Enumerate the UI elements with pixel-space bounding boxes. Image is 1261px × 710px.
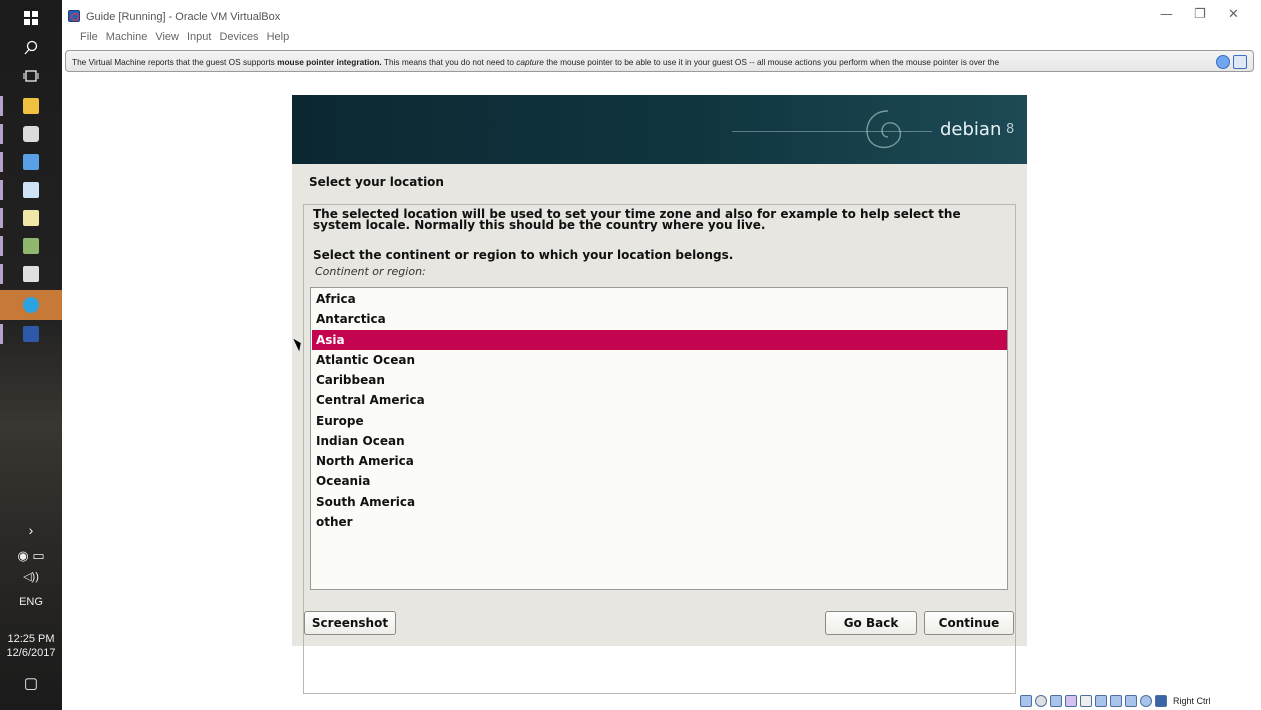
window-title: Guide [Running] - Oracle VM VirtualBox: [86, 11, 281, 23]
list-item-europe[interactable]: Europe: [312, 411, 1007, 431]
notice-disable-icon[interactable]: [1233, 55, 1247, 69]
menu-devices[interactable]: Devices: [219, 31, 258, 47]
paint-icon[interactable]: [0, 232, 62, 260]
tray-chevron-icon[interactable]: ›: [0, 522, 62, 538]
screenshot-button[interactable]: Screenshot: [304, 611, 396, 635]
virtualbox-window: Guide [Running] - Oracle VM VirtualBox —…: [62, 0, 1261, 710]
notice-dismiss-icon[interactable]: [1216, 55, 1230, 69]
task-view-icon[interactable]: [21, 66, 41, 86]
debian-banner: debian 8: [292, 95, 1027, 164]
file-explorer-icon[interactable]: [0, 92, 62, 120]
keyboard-capture-icon[interactable]: [1155, 695, 1167, 707]
list-item-oceania[interactable]: Oceania: [312, 471, 1007, 491]
vm-window-icon[interactable]: [0, 260, 62, 288]
virtualbox-app-icon: [68, 10, 80, 22]
list-label: Continent or region:: [315, 265, 426, 278]
remote-desktop-icon[interactable]: [0, 148, 62, 176]
clock-date: 12/6/2017: [6, 647, 56, 659]
network-icon[interactable]: ◉ ▭: [0, 548, 62, 564]
notice-text: the mouse pointer to be able to use it i…: [543, 57, 1000, 67]
notice-bold-text: mouse pointer integration.: [277, 57, 382, 67]
notice-italic-text: capture: [516, 57, 544, 67]
windows-taskbar: › ◉ ▭ ◁)) ENG 12:25 PM 12/6/2017 ▢: [0, 0, 62, 710]
usb-icon[interactable]: [1050, 695, 1062, 707]
go-back-button[interactable]: Go Back: [825, 611, 917, 635]
list-item-africa[interactable]: Africa: [312, 289, 1007, 309]
close-icon[interactable]: ✕: [1228, 7, 1239, 22]
word-icon[interactable]: [0, 320, 62, 348]
shared-folders-icon[interactable]: [1065, 695, 1077, 707]
menu-machine[interactable]: Machine: [106, 31, 148, 47]
cpu-icon[interactable]: [1125, 695, 1137, 707]
notepad-icon[interactable]: [0, 204, 62, 232]
step-title: Select your location: [309, 175, 444, 189]
list-item-caribbean[interactable]: Caribbean: [312, 370, 1007, 390]
clock[interactable]: 12:25 PM 12/6/2017: [0, 632, 62, 660]
action-center-icon[interactable]: ▢: [0, 674, 62, 692]
host-key-label: Right Ctrl: [1173, 696, 1211, 706]
virtualbox-manager-icon[interactable]: [0, 120, 62, 148]
restore-icon[interactable]: ❐: [1194, 7, 1206, 22]
list-item-indian-ocean[interactable]: Indian Ocean: [312, 431, 1007, 451]
input-language[interactable]: ENG: [0, 596, 62, 608]
menu-view[interactable]: View: [155, 31, 179, 47]
continue-button[interactable]: Continue: [924, 611, 1014, 635]
vm-status-bar: Right Ctrl: [1020, 694, 1211, 708]
notice-text: The Virtual Machine reports that the gue…: [72, 57, 278, 67]
files-app-icon[interactable]: [0, 176, 62, 204]
region-listbox[interactable]: Africa Antarctica Asia Atlantic Ocean Ca…: [310, 287, 1008, 590]
minimize-icon[interactable]: —: [1160, 7, 1173, 22]
search-icon[interactable]: [21, 38, 41, 58]
list-item-atlantic-ocean[interactable]: Atlantic Ocean: [312, 350, 1007, 370]
list-item-south-america[interactable]: South America: [312, 492, 1007, 512]
list-item-asia[interactable]: Asia: [312, 330, 1007, 350]
title-bar: Guide [Running] - Oracle VM VirtualBox —…: [62, 0, 1261, 30]
question-text: Select the continent or region to which …: [313, 248, 734, 262]
debian-wordmark: debian: [940, 119, 1002, 140]
debian-swirl-logo: [866, 110, 902, 148]
mouse-integration-icon[interactable]: [1140, 695, 1152, 707]
volume-icon[interactable]: ◁)): [0, 570, 62, 583]
hard-disk-icon[interactable]: [1020, 695, 1032, 707]
menu-input[interactable]: Input: [187, 31, 211, 47]
debian-version: 8: [1006, 122, 1015, 137]
clock-time: 12:25 PM: [7, 633, 55, 645]
video-capture-icon[interactable]: [1110, 695, 1122, 707]
start-menu-icon[interactable]: [21, 8, 41, 28]
menu-file[interactable]: File: [80, 31, 98, 47]
network-adapter-icon[interactable]: [1095, 695, 1107, 707]
optical-drive-icon[interactable]: [1035, 695, 1047, 707]
debian-installer: debian 8 Select your location The select…: [292, 95, 1027, 694]
telegram-icon[interactable]: [0, 290, 62, 320]
list-item-antarctica[interactable]: Antarctica: [312, 309, 1007, 329]
mouse-integration-notice: The Virtual Machine reports that the gue…: [65, 50, 1254, 72]
list-item-central-america[interactable]: Central America: [312, 390, 1007, 410]
menu-bar: File Machine View Input Devices Help: [80, 31, 289, 47]
list-item-north-america[interactable]: North America: [312, 451, 1007, 471]
notice-text: This means that you do not need to: [381, 57, 517, 67]
list-item-other[interactable]: other: [312, 512, 1007, 532]
description-text: The selected location will be used to se…: [313, 207, 961, 232]
display-icon[interactable]: [1080, 695, 1092, 707]
menu-help[interactable]: Help: [267, 31, 290, 47]
